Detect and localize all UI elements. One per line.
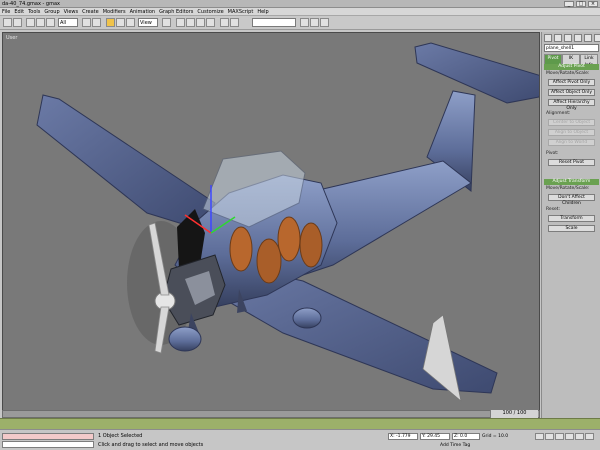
close-button[interactable]: × <box>588 1 598 7</box>
axis-y-icon[interactable] <box>186 18 195 27</box>
align-icon[interactable] <box>230 18 239 27</box>
minimize-button[interactable]: _ <box>564 1 574 7</box>
menu-views[interactable]: Views <box>64 8 78 15</box>
align-to-object-button[interactable]: Align to Object <box>548 129 595 136</box>
affect-object-only-button[interactable]: Affect Object Only <box>548 89 595 96</box>
unlink-icon[interactable] <box>36 18 45 27</box>
command-panel-tabs <box>544 34 600 42</box>
select-by-name-icon[interactable] <box>92 18 101 27</box>
menu-help[interactable]: Help <box>257 8 268 15</box>
maxscript-listener-input[interactable] <box>2 433 94 440</box>
modify-tab-icon[interactable] <box>554 34 562 42</box>
viewport-user[interactable]: User <box>2 32 540 418</box>
y-coordinate-field[interactable]: Y: 29.45 <box>420 433 450 440</box>
adjust-transform-rollout[interactable]: Adjust Transform <box>544 179 599 185</box>
alignment-label: Alignment: <box>546 111 571 116</box>
x-coordinate-field[interactable]: X: -1.779 <box>388 433 418 440</box>
play-icon[interactable] <box>555 433 564 440</box>
render-icon[interactable] <box>310 18 319 27</box>
align-to-world-button[interactable]: Align to World <box>548 139 595 146</box>
frame-counter[interactable]: 100 / 100 <box>490 410 538 418</box>
next-frame-icon[interactable] <box>565 433 574 440</box>
dont-affect-children-button[interactable]: Don't Affect Children <box>548 194 595 206</box>
transform-move-rotate-scale-label: Move/Rotate/Scale: <box>546 186 590 191</box>
bind-icon[interactable] <box>46 18 55 27</box>
maximize-button[interactable]: □ <box>576 1 586 7</box>
command-panel: plane_shell1 Pivot IK Link Info Adjust P… <box>541 32 600 418</box>
motion-tab-icon[interactable] <box>574 34 582 42</box>
named-selection-set-input[interactable] <box>252 18 296 27</box>
mirror-icon[interactable] <box>220 18 229 27</box>
menu-maxscript[interactable]: MAXScript <box>228 8 254 15</box>
center-to-object-button[interactable]: Center to Object <box>548 119 595 126</box>
hierarchy-tab-icon[interactable] <box>564 34 572 42</box>
window-title: da-40_74.gmax - gmax <box>2 1 60 7</box>
selection-status: 1 Object Selected <box>98 433 143 439</box>
display-tab-icon[interactable] <box>584 34 592 42</box>
pivot-center-icon[interactable] <box>162 18 171 27</box>
menu-group[interactable]: Group <box>44 8 59 15</box>
menu-graph-editors[interactable]: Graph Editors <box>159 8 193 15</box>
axis-x-icon[interactable] <box>176 18 185 27</box>
adjust-pivot-rollout[interactable]: Adjust Pivot <box>544 64 599 70</box>
axis-z-icon[interactable] <box>196 18 205 27</box>
aircraft-model[interactable] <box>3 33 540 418</box>
reference-coord-select[interactable]: View <box>138 18 158 27</box>
move-rotate-scale-label: Move/Rotate/Scale: <box>546 71 590 76</box>
menu-file[interactable]: File <box>2 8 10 15</box>
link-icon[interactable] <box>26 18 35 27</box>
move-icon[interactable] <box>106 18 115 27</box>
menu-create[interactable]: Create <box>82 8 99 15</box>
window-controls: _ □ × <box>564 1 598 7</box>
timeline-track[interactable] <box>0 418 600 429</box>
menu-customize[interactable]: Customize <box>197 8 223 15</box>
pivot-label: Pivot: <box>546 151 559 156</box>
rotate-icon[interactable] <box>116 18 125 27</box>
quick-render-icon[interactable] <box>320 18 329 27</box>
menu-edit[interactable]: Edit <box>14 8 24 15</box>
go-to-end-icon[interactable] <box>575 433 584 440</box>
main-toolbar: All View <box>0 16 600 30</box>
status-bar: 1 Object Selected Click and drag to sele… <box>0 429 600 450</box>
material-editor-icon[interactable] <box>300 18 309 27</box>
select-object-icon[interactable] <box>82 18 91 27</box>
prompt-line: Click and drag to select and move object… <box>98 442 204 448</box>
menu-tools[interactable]: Tools <box>28 8 40 15</box>
selection-filter-select[interactable]: All <box>58 18 78 27</box>
menu-modifiers[interactable]: Modifiers <box>103 8 126 15</box>
scale-icon[interactable] <box>126 18 135 27</box>
axis-xy-icon[interactable] <box>206 18 215 27</box>
reset-label: Reset: <box>546 207 561 212</box>
reset-scale-button[interactable]: Scale <box>548 225 595 232</box>
go-to-start-icon[interactable] <box>535 433 544 440</box>
key-mode-icon[interactable] <box>585 433 594 440</box>
title-bar: da-40_74.gmax - gmax _ □ × <box>0 0 600 8</box>
redo-icon[interactable] <box>13 18 22 27</box>
object-name-field[interactable]: plane_shell1 <box>544 44 599 52</box>
reset-transform-button[interactable]: Transform <box>548 215 595 222</box>
menu-animation[interactable]: Animation <box>130 8 156 15</box>
previous-frame-icon[interactable] <box>545 433 554 440</box>
time-slider[interactable] <box>2 410 540 418</box>
affect-hierarchy-only-button[interactable]: Affect Hierarchy Only <box>548 99 595 111</box>
playback-controls <box>535 433 594 440</box>
create-tab-icon[interactable] <box>544 34 552 42</box>
z-coordinate-field[interactable]: Z: 0.0 <box>452 433 480 440</box>
utilities-tab-icon[interactable] <box>594 34 600 42</box>
add-time-tag-button[interactable]: Add Time Tag <box>440 443 470 448</box>
reset-pivot-button[interactable]: Reset Pivot <box>548 159 595 166</box>
affect-pivot-only-button[interactable]: Affect Pivot Only <box>548 79 595 86</box>
menu-bar: File Edit Tools Group Views Create Modif… <box>0 8 600 16</box>
grid-size-label: Grid = 10.0 <box>482 434 509 439</box>
maxscript-output-field[interactable] <box>2 441 94 448</box>
undo-icon[interactable] <box>3 18 12 27</box>
